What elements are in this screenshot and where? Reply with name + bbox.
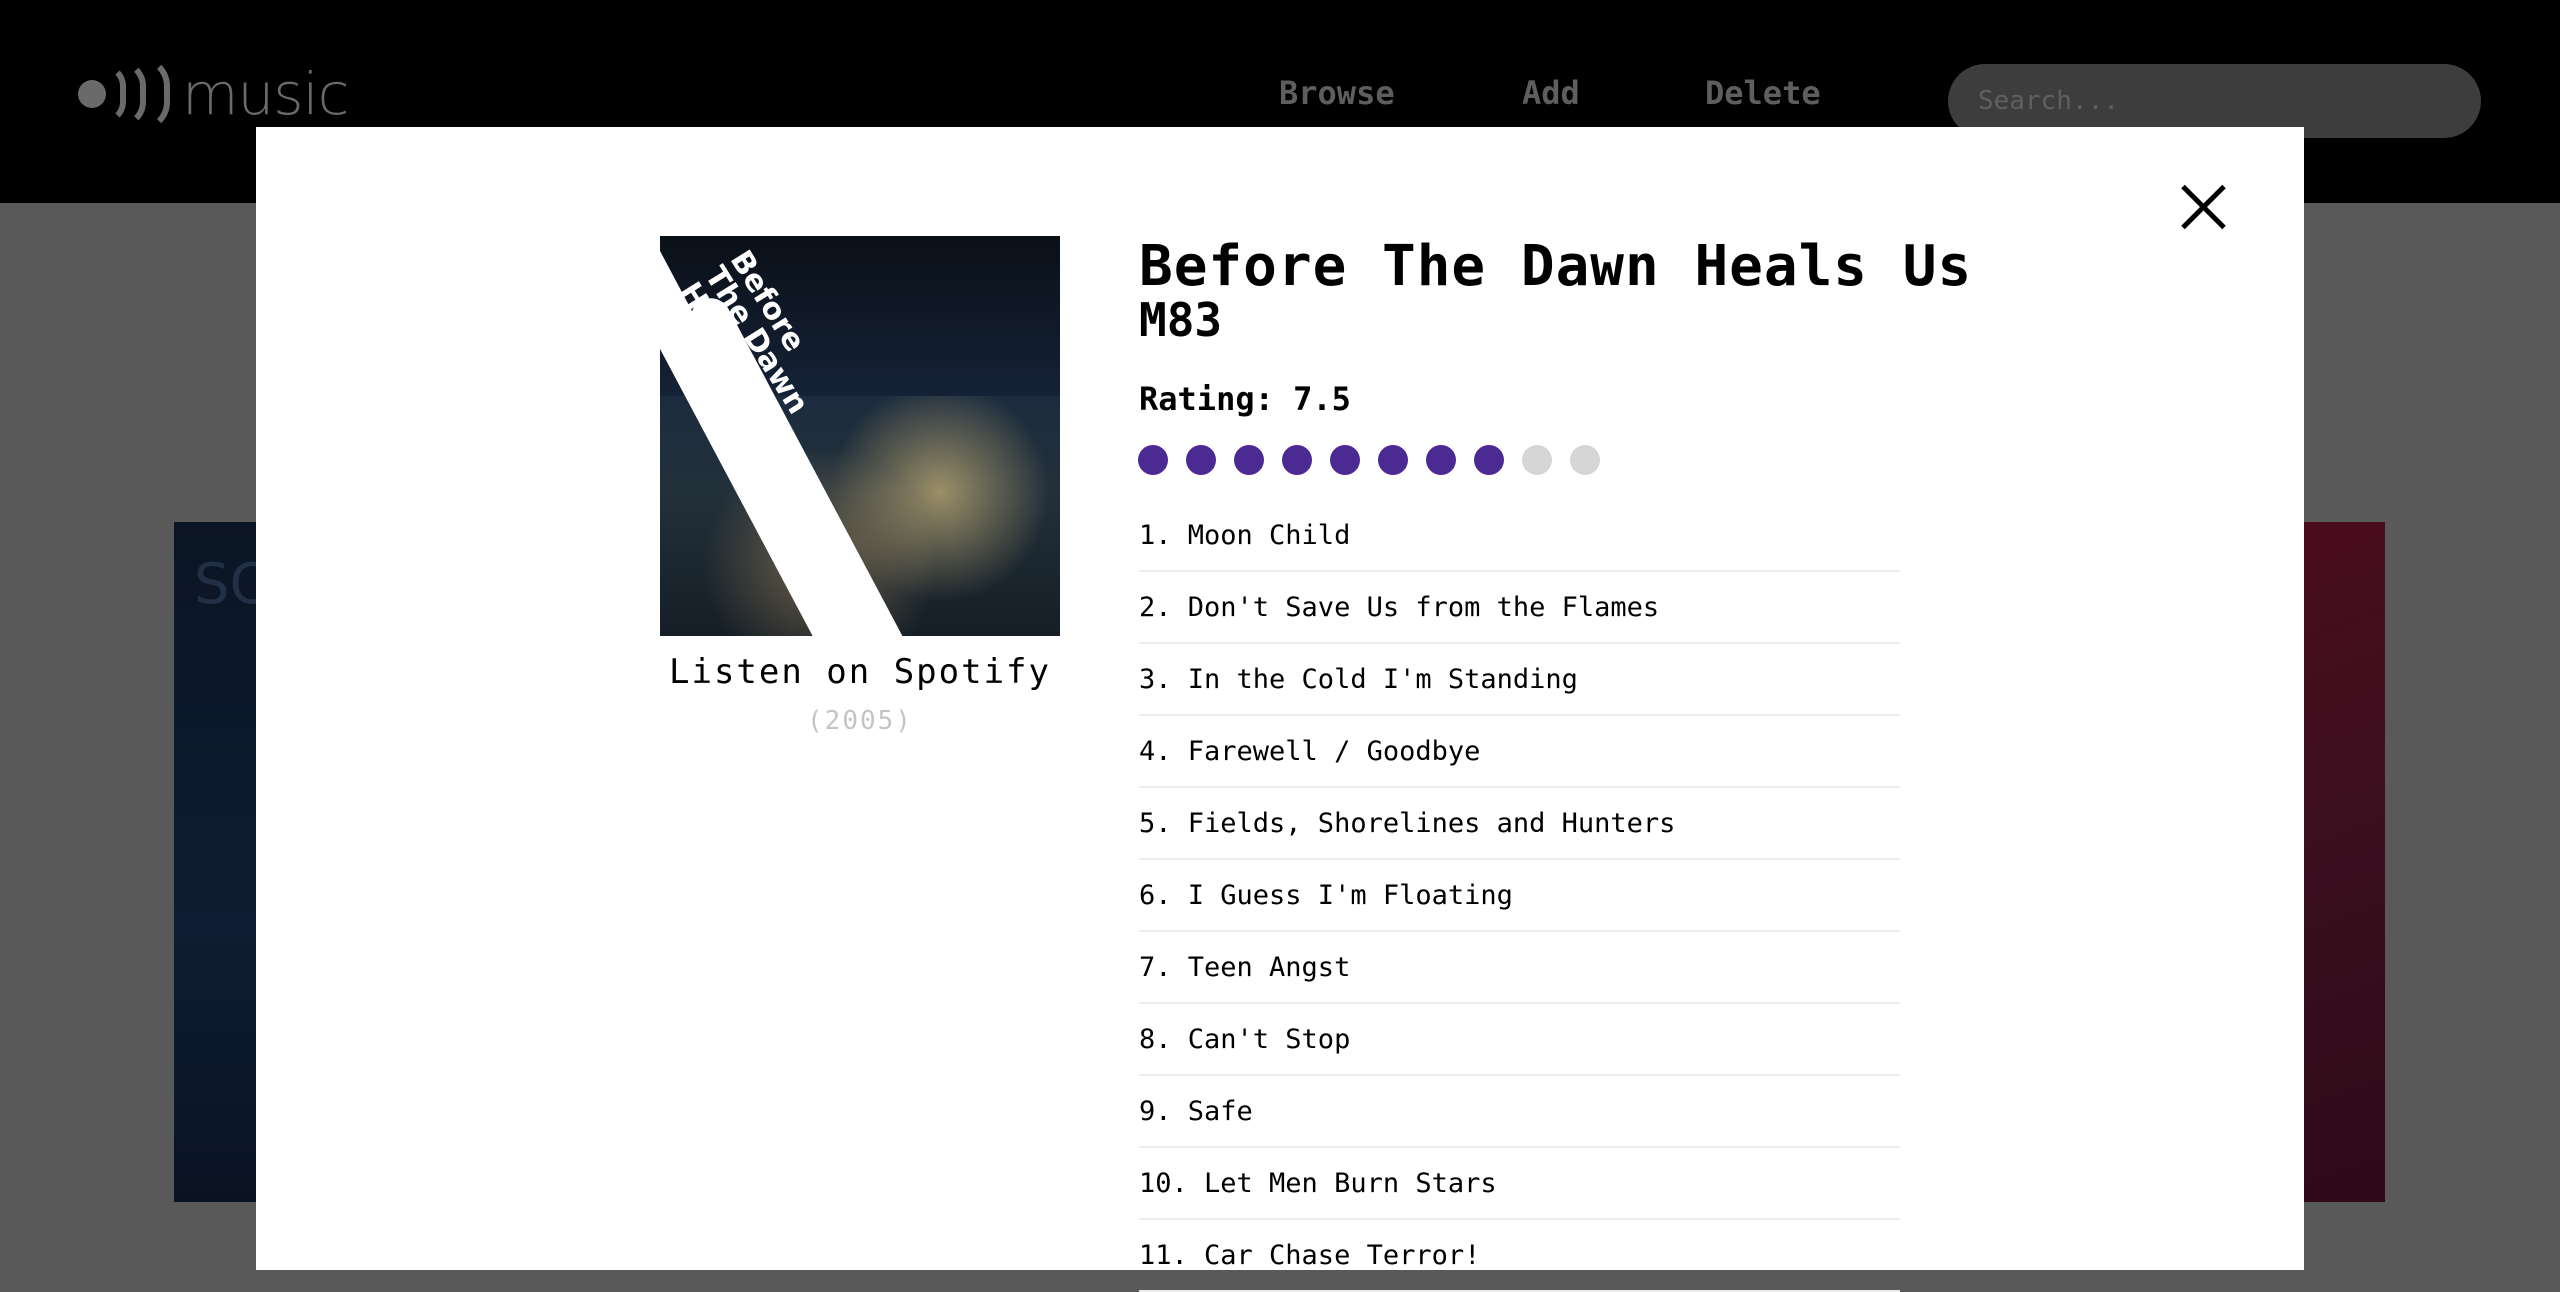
track-list-item[interactable]: 3. In the Cold I'm Standing xyxy=(1139,644,1900,716)
track-list-item[interactable]: 10. Let Men Burn Stars xyxy=(1139,1148,1900,1220)
close-icon[interactable] xyxy=(2180,184,2226,230)
nav-add-link[interactable]: Add xyxy=(1522,74,1580,112)
album-title: Before The Dawn Heals Us xyxy=(1139,234,1973,299)
search-placeholder: Search... xyxy=(1978,86,2119,116)
rating-dot xyxy=(1138,445,1168,475)
track-list-item[interactable]: 5. Fields, Shorelines and Hunters xyxy=(1139,788,1900,860)
nav-delete-link[interactable]: Delete xyxy=(1705,74,1821,112)
track-list-item[interactable]: 9. Safe xyxy=(1139,1076,1900,1148)
rating-dot xyxy=(1474,445,1504,475)
track-list-item[interactable]: 8. Can't Stop xyxy=(1139,1004,1900,1076)
rating-dot xyxy=(1330,445,1360,475)
track-list-item[interactable]: 1. Moon Child xyxy=(1139,500,1900,572)
rating-dot xyxy=(1282,445,1312,475)
rating-dot xyxy=(1570,445,1600,475)
sound-icon xyxy=(78,80,106,108)
artist-name: M83 xyxy=(1139,293,1223,347)
album-cover-image: Before The Dawn Heals Us xyxy=(660,236,1060,636)
track-list-item[interactable]: 4. Farewell / Goodbye xyxy=(1139,716,1900,788)
track-list-item[interactable]: 11. Car Chase Terror! xyxy=(1139,1220,1900,1292)
spotify-link[interactable]: Listen on Spotify xyxy=(660,652,1060,692)
rating-dot xyxy=(1378,445,1408,475)
app-logo[interactable]: music xyxy=(78,54,349,134)
track-list: 1. Moon Child 2. Don't Save Us from the F… xyxy=(1139,500,1900,1292)
rating-label: Rating: 7.5 xyxy=(1139,380,1351,418)
rating-dot xyxy=(1234,445,1264,475)
rating-dot xyxy=(1522,445,1552,475)
track-list-item[interactable]: 2. Don't Save Us from the Flames xyxy=(1139,572,1900,644)
logo-text: music xyxy=(182,60,349,128)
track-list-item[interactable]: 6. I Guess I'm Floating xyxy=(1139,860,1900,932)
rating-dot xyxy=(1186,445,1216,475)
rating-dots xyxy=(1138,445,1618,475)
release-year: (2005) xyxy=(807,706,913,736)
nav-browse-link[interactable]: Browse xyxy=(1279,74,1395,112)
rating-dot xyxy=(1426,445,1456,475)
track-list-item[interactable]: 7. Teen Angst xyxy=(1139,932,1900,1004)
